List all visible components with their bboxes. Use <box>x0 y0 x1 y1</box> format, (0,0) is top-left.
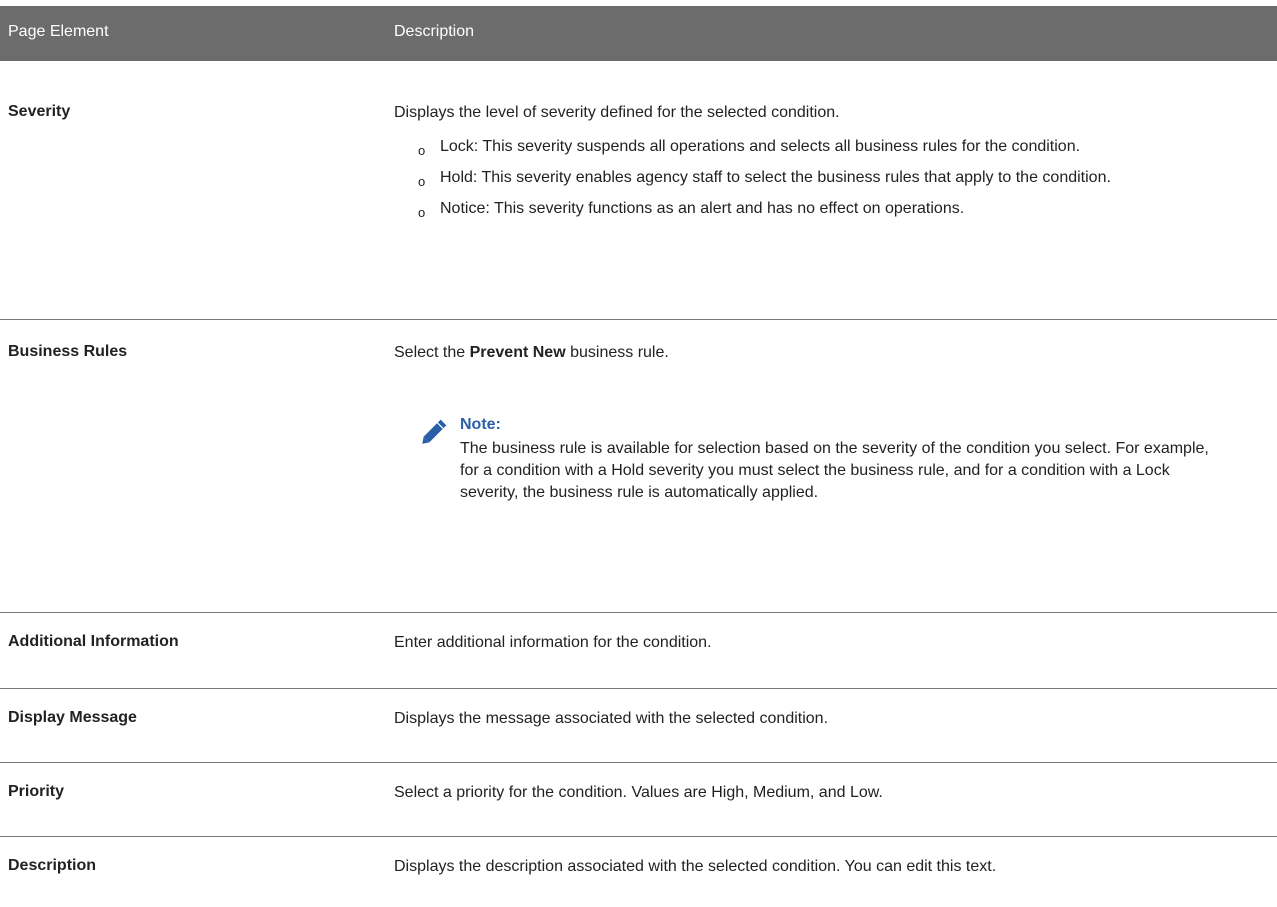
row-desc-additional-information: Enter additional information for the con… <box>394 634 712 651</box>
row-label-display-message: Display Message <box>8 709 137 726</box>
list-item: o Lock: This severity suspends all opera… <box>418 136 1238 158</box>
desc-text: Select the <box>394 344 470 361</box>
severity-list: o Lock: This severity suspends all opera… <box>418 136 1238 229</box>
desc-text: business rule. <box>565 344 669 361</box>
row-desc-severity: Displays the level of severity defined f… <box>394 104 840 121</box>
list-item: o Notice: This severity functions as an … <box>418 198 1238 220</box>
list-item: o Hold: This severity enables agency sta… <box>418 167 1238 189</box>
bullet-marker: o <box>418 143 426 158</box>
pencil-icon <box>422 419 447 444</box>
row-divider <box>0 688 1277 689</box>
row-label-description: Description <box>8 857 97 874</box>
bullet-text: Hold: This severity enables agency staff… <box>440 169 1111 186</box>
row-desc-description: Displays the description associated with… <box>394 858 997 875</box>
row-desc-business-rules: Select the Prevent New business rule. <box>394 342 1254 364</box>
row-label-additional-information: Additional Information <box>8 633 179 650</box>
row-divider <box>0 612 1277 613</box>
rule-name: Prevent New <box>469 344 566 361</box>
bullet-text: Notice: This severity functions as an al… <box>440 200 965 217</box>
row-divider <box>0 836 1277 837</box>
row-desc-display-message: Displays the message associated with the… <box>394 710 829 727</box>
bullet-marker: o <box>418 174 426 189</box>
bullet-text: Lock: This severity suspends all operati… <box>440 138 1081 155</box>
row-label-business-rules: Business Rules <box>8 343 128 360</box>
note-title: Note: <box>460 416 501 433</box>
note-body: The business rule is available for selec… <box>460 440 1209 501</box>
row-label-severity: Severity <box>8 103 71 120</box>
row-divider <box>0 762 1277 763</box>
header-page-element: Page Element <box>8 23 109 40</box>
header-description: Description <box>394 23 475 40</box>
row-divider <box>0 319 1277 320</box>
row-desc-priority: Select a priority for the condition. Val… <box>394 784 883 801</box>
table-header: Page Element Description <box>0 6 1277 61</box>
bullet-marker: o <box>418 205 426 220</box>
row-label-priority: Priority <box>8 783 65 800</box>
